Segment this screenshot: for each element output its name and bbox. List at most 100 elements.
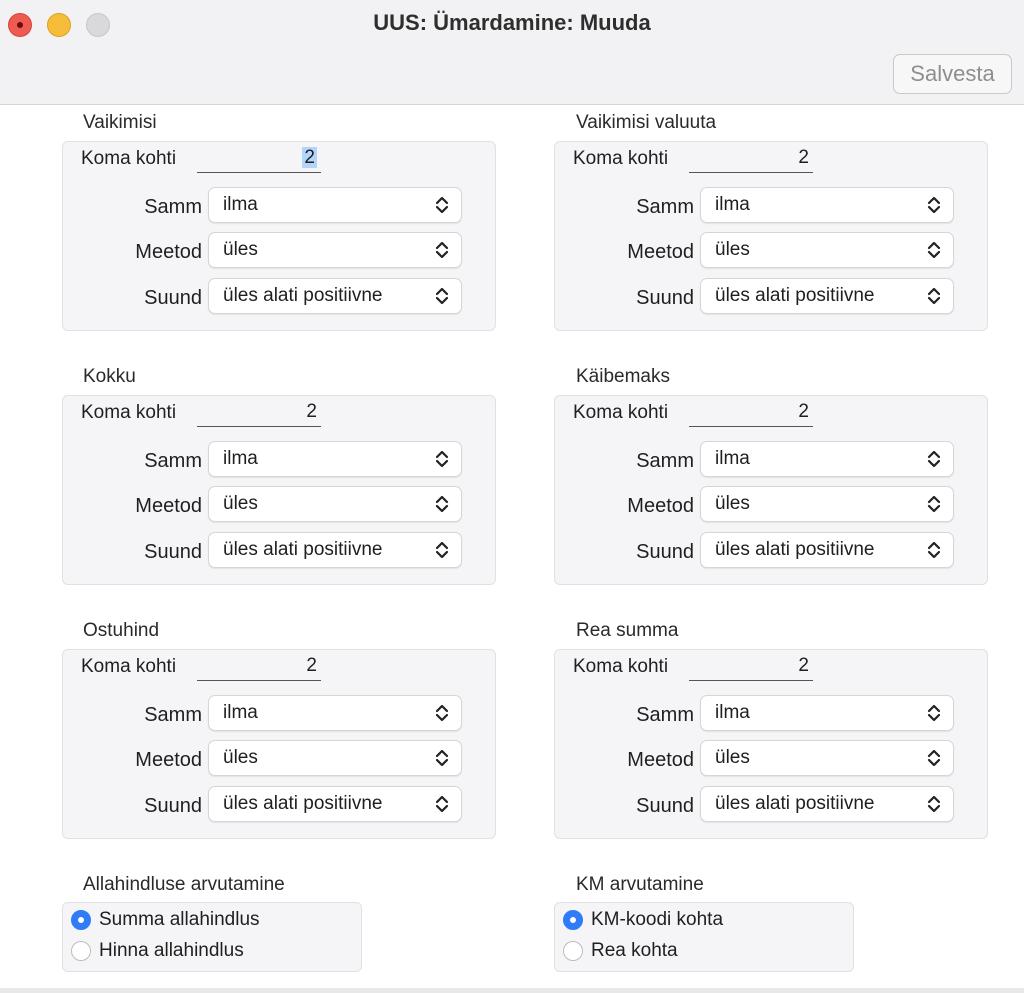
meetod-select[interactable]: üles bbox=[700, 232, 954, 268]
save-button[interactable]: Salvesta bbox=[893, 54, 1012, 94]
samm-value: ilma bbox=[223, 194, 258, 215]
koma-field[interactable]: 2 bbox=[689, 147, 813, 173]
radio-selected-icon[interactable] bbox=[563, 910, 583, 930]
stepper-chevron-icon bbox=[435, 450, 449, 468]
samm-select[interactable]: ilma bbox=[208, 695, 462, 731]
meetod-select[interactable]: üles bbox=[700, 486, 954, 522]
samm-select[interactable]: ilma bbox=[700, 187, 954, 223]
stepper-chevron-icon bbox=[927, 241, 941, 259]
radio-hinna-allahindlus[interactable]: Hinna allahindlus bbox=[71, 939, 244, 963]
vat-title: KM arvutamine bbox=[576, 874, 704, 895]
samm-label: Samm bbox=[636, 196, 694, 218]
window-bottom-edge bbox=[0, 988, 1024, 993]
suund-select[interactable]: üles alati positiivne bbox=[208, 278, 462, 314]
koma-field[interactable]: 2 bbox=[197, 147, 321, 173]
radio-unselected-icon[interactable] bbox=[563, 941, 583, 961]
radio-label: KM-koodi kohta bbox=[591, 909, 724, 930]
koma-field[interactable]: 2 bbox=[197, 655, 321, 681]
suund-value: üles alati positiivne bbox=[223, 285, 383, 306]
stepper-chevron-icon bbox=[435, 541, 449, 559]
meetod-label: Meetod bbox=[627, 495, 694, 517]
stepper-chevron-icon bbox=[927, 749, 941, 767]
group-title-ostuhind: Ostuhind bbox=[83, 620, 160, 641]
radio-selected-icon[interactable] bbox=[71, 910, 91, 930]
radio-summa-allahindlus[interactable]: Summa allahindlus bbox=[71, 908, 260, 932]
suund-select[interactable]: üles alati positiivne bbox=[208, 532, 462, 568]
stepper-chevron-icon bbox=[927, 495, 941, 513]
samm-value: ilma bbox=[223, 448, 258, 469]
group-title-kaibemaks: Käibemaks bbox=[576, 366, 670, 387]
samm-label: Samm bbox=[636, 704, 694, 726]
samm-value: ilma bbox=[715, 702, 750, 723]
group-title-rea-summa: Rea summa bbox=[576, 620, 679, 641]
stepper-chevron-icon bbox=[435, 287, 449, 305]
samm-select[interactable]: ilma bbox=[208, 187, 462, 223]
koma-field[interactable]: 2 bbox=[689, 655, 813, 681]
suund-select[interactable]: üles alati positiivne bbox=[700, 532, 954, 568]
radio-km-koodi-kohta[interactable]: KM-koodi kohta bbox=[563, 908, 723, 932]
stepper-chevron-icon bbox=[927, 450, 941, 468]
group-vaikimisi: Koma kohti 2 Samm ilma Meetod üles Suund… bbox=[62, 141, 496, 331]
samm-select[interactable]: ilma bbox=[700, 695, 954, 731]
samm-value: ilma bbox=[715, 194, 750, 215]
group-rea-summa: Koma kohti 2 Samm ilma Meetod üles Suund… bbox=[554, 649, 988, 839]
title-bar: UUS: Ümardamine: Muuda Salvesta bbox=[0, 0, 1024, 105]
radio-rea-kohta[interactable]: Rea kohta bbox=[563, 939, 678, 963]
meetod-value: üles bbox=[715, 747, 750, 768]
meetod-value: üles bbox=[223, 493, 258, 514]
suund-label: Suund bbox=[636, 795, 694, 817]
koma-value: 2 bbox=[302, 147, 317, 168]
meetod-value: üles bbox=[715, 493, 750, 514]
meetod-label: Meetod bbox=[135, 749, 202, 771]
group-vaikimisi-valuuta: Koma kohti 2 Samm ilma Meetod üles Suund… bbox=[554, 141, 988, 331]
group-title-vaikimisi-valuuta: Vaikimisi valuuta bbox=[576, 112, 717, 133]
koma-label: Koma kohti bbox=[81, 656, 177, 677]
samm-label: Samm bbox=[144, 450, 202, 472]
meetod-value: üles bbox=[715, 239, 750, 260]
meetod-label: Meetod bbox=[135, 241, 202, 263]
koma-label: Koma kohti bbox=[81, 402, 177, 423]
group-ostuhind: Koma kohti 2 Samm ilma Meetod üles Suund… bbox=[62, 649, 496, 839]
stepper-chevron-icon bbox=[435, 795, 449, 813]
group-title-vaikimisi: Vaikimisi bbox=[83, 112, 157, 133]
stepper-chevron-icon bbox=[927, 704, 941, 722]
stepper-chevron-icon bbox=[435, 749, 449, 767]
suund-value: üles alati positiivne bbox=[223, 539, 383, 560]
group-kokku: Koma kohti 2 Samm ilma Meetod üles Suund… bbox=[62, 395, 496, 585]
suund-label: Suund bbox=[636, 287, 694, 309]
stepper-chevron-icon bbox=[927, 795, 941, 813]
window-title: UUS: Ümardamine: Muuda bbox=[373, 10, 651, 35]
radio-label: Summa allahindlus bbox=[99, 909, 260, 930]
suund-label: Suund bbox=[144, 795, 202, 817]
meetod-select[interactable]: üles bbox=[208, 740, 462, 776]
discount-radio-group: Summa allahindlus Hinna allahindlus bbox=[62, 902, 362, 972]
stepper-chevron-icon bbox=[435, 241, 449, 259]
samm-label: Samm bbox=[636, 450, 694, 472]
meetod-select[interactable]: üles bbox=[700, 740, 954, 776]
koma-field[interactable]: 2 bbox=[197, 401, 321, 427]
meetod-select[interactable]: üles bbox=[208, 232, 462, 268]
meetod-label: Meetod bbox=[627, 241, 694, 263]
samm-label: Samm bbox=[144, 704, 202, 726]
suund-value: üles alati positiivne bbox=[715, 793, 875, 814]
koma-label: Koma kohti bbox=[573, 148, 669, 169]
koma-field[interactable]: 2 bbox=[689, 401, 813, 427]
koma-label: Koma kohti bbox=[573, 402, 669, 423]
meetod-select[interactable]: üles bbox=[208, 486, 462, 522]
radio-unselected-icon[interactable] bbox=[71, 941, 91, 961]
radio-label: Rea kohta bbox=[591, 940, 678, 961]
meetod-label: Meetod bbox=[627, 749, 694, 771]
suund-select[interactable]: üles alati positiivne bbox=[700, 786, 954, 822]
stepper-chevron-icon bbox=[927, 287, 941, 305]
meetod-label: Meetod bbox=[135, 495, 202, 517]
samm-label: Samm bbox=[144, 196, 202, 218]
koma-label: Koma kohti bbox=[573, 656, 669, 677]
koma-label: Koma kohti bbox=[81, 148, 177, 169]
samm-select[interactable]: ilma bbox=[208, 441, 462, 477]
vat-radio-group: KM-koodi kohta Rea kohta bbox=[554, 902, 854, 972]
samm-value: ilma bbox=[223, 702, 258, 723]
suund-select[interactable]: üles alati positiivne bbox=[208, 786, 462, 822]
samm-select[interactable]: ilma bbox=[700, 441, 954, 477]
suund-select[interactable]: üles alati positiivne bbox=[700, 278, 954, 314]
stepper-chevron-icon bbox=[927, 541, 941, 559]
